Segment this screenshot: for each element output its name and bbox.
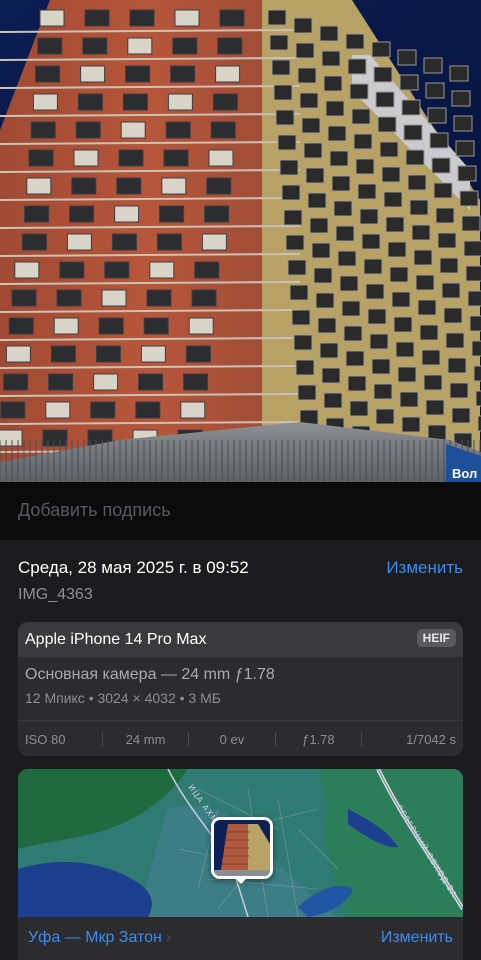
exif-aperture: ƒ1.78	[302, 731, 335, 747]
photo-location-pin[interactable]	[211, 817, 273, 879]
photo-viewer[interactable]: Вол	[0, 0, 481, 482]
format-badge: HEIF	[416, 629, 456, 647]
building-photo: Вол	[0, 0, 481, 482]
caption-input[interactable]: Добавить подпись	[18, 500, 171, 521]
exif-iso: ISO 80	[25, 731, 66, 747]
chevron-right-icon: ›	[165, 929, 172, 946]
camera-info-card: Apple iPhone 14 Pro Max HEIF Основная ка…	[18, 622, 463, 756]
exif-shutter: 1/7042 s	[406, 731, 457, 747]
camera-card-header: Apple iPhone 14 Pro Max HEIF	[18, 622, 463, 657]
location-map-card[interactable]: ИЦА АХМЕТ СЕВЕРНЫЙ ОБХОД ЗА Уфа — Мкр За…	[18, 769, 463, 960]
exif-exposure-value: 0 ev	[219, 731, 245, 747]
map-footer: Уфа — Мкр Затон › Изменить	[18, 917, 463, 960]
location-link[interactable]: Уфа — Мкр Затон ›	[28, 929, 171, 947]
pin-pointer	[234, 877, 248, 884]
pin-thumbnail	[214, 820, 270, 876]
exif-row: ISO 80 24 mm 0 ev ƒ1.78 1/7042 s	[18, 720, 463, 756]
photo-datetime: Среда, 28 мая 2025 г. в 09:52	[18, 558, 249, 577]
sign-text: Вол	[452, 466, 477, 481]
exif-focal-length: 24 mm	[125, 731, 166, 747]
lens-info: Основная камера — 24 mm ƒ1.78	[25, 666, 275, 683]
image-specs: 12 Мпикс • 3024 × 4032 • 3 МБ	[25, 690, 221, 706]
camera-device: Apple iPhone 14 Pro Max	[25, 631, 207, 648]
photo-filename: IMG_4363	[18, 586, 93, 603]
location-label: Уфа — Мкр Затон	[28, 929, 162, 946]
edit-location-button[interactable]: Изменить	[381, 929, 453, 947]
edit-datetime-button[interactable]: Изменить	[386, 558, 463, 578]
